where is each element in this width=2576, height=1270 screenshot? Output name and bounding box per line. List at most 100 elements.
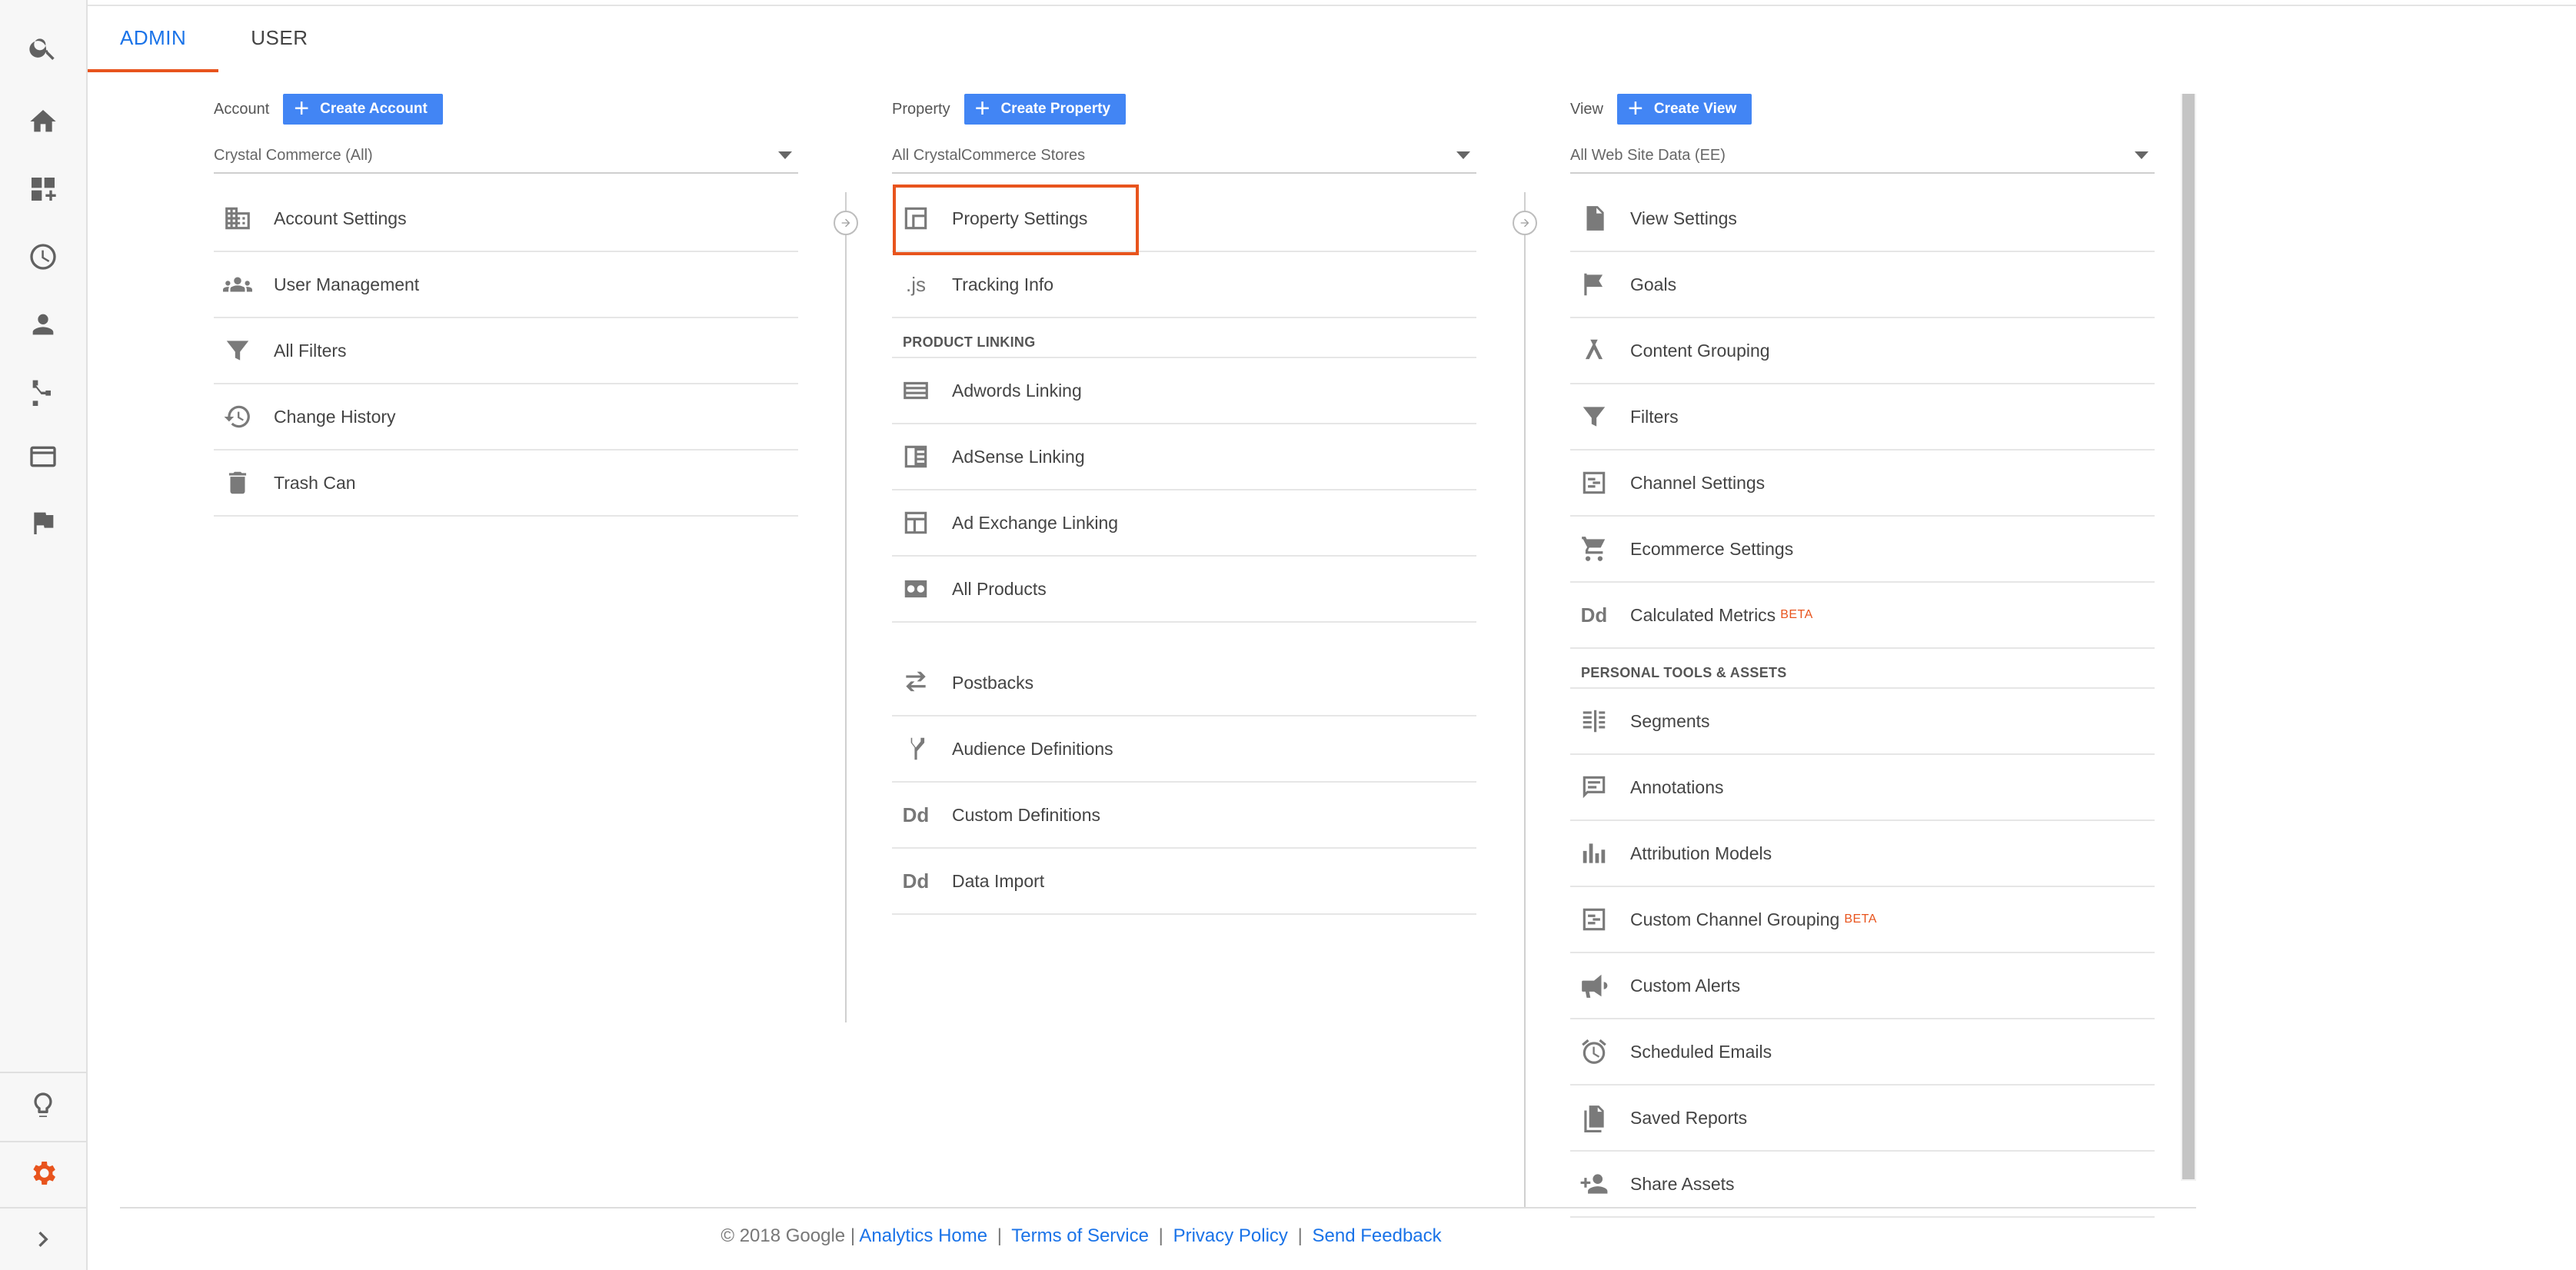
- menu-item-tracking-info[interactable]: .js Tracking Info: [892, 252, 1476, 318]
- property-header: Property + Create Property: [892, 94, 1476, 125]
- discover-icon[interactable]: [0, 1075, 86, 1136]
- scrollbar-thumb[interactable]: [2182, 94, 2195, 1179]
- menu-item-label: Filters: [1630, 406, 1679, 427]
- plus-icon: +: [294, 94, 310, 123]
- home-icon[interactable]: [0, 91, 86, 152]
- menu-item-label: Calculated Metrics: [1630, 604, 1776, 625]
- menu-item-label: User Management: [274, 274, 420, 294]
- adsense-icon: [892, 424, 940, 489]
- menu-item-change-history[interactable]: Change History: [214, 384, 798, 450]
- menu-item-ecommerce-settings[interactable]: Ecommerce Settings: [1570, 517, 2155, 583]
- menu-item-ad-exchange-linking[interactable]: Ad Exchange Linking: [892, 490, 1476, 557]
- menu-item-label: Adwords Linking: [952, 380, 1082, 401]
- create-account-label: Create Account: [320, 101, 428, 117]
- realtime-icon[interactable]: [0, 226, 86, 288]
- terms-of-service-link[interactable]: Terms of Service: [1011, 1225, 1149, 1246]
- section-personal-tools: PERSONAL TOOLS & ASSETS: [1570, 649, 2155, 689]
- menu-item-trash-can[interactable]: Trash Can: [214, 450, 798, 517]
- chevron-down-icon: [1456, 151, 1470, 159]
- conversions-icon[interactable]: [0, 492, 86, 554]
- menu-item-goals[interactable]: Goals: [1570, 252, 2155, 318]
- menu-item-attribution-models[interactable]: Attribution Models: [1570, 821, 2155, 887]
- menu-item-adwords-linking[interactable]: Adwords Linking: [892, 358, 1476, 424]
- create-view-button[interactable]: + Create View: [1617, 94, 1752, 125]
- menu-item-custom-definitions[interactable]: Dd Custom Definitions: [892, 783, 1476, 849]
- menu-item-segments[interactable]: Segments: [1570, 689, 2155, 755]
- history-icon: [214, 384, 261, 449]
- menu-item-label: Custom Alerts: [1630, 975, 1741, 996]
- audience-definitions-icon: [892, 716, 940, 781]
- menu-item-postbacks[interactable]: Postbacks: [892, 650, 1476, 716]
- menu-item-label: Account Settings: [274, 208, 407, 228]
- menu-item-label: Custom Definitions: [952, 804, 1101, 825]
- column-divider: [845, 192, 847, 1022]
- menu-item-label: Share Assets: [1630, 1173, 1735, 1194]
- menu-item-annotations[interactable]: Annotations: [1570, 755, 2155, 821]
- acquisition-icon[interactable]: [0, 360, 86, 421]
- users-icon: [214, 252, 261, 317]
- menu-item-calculated-metrics[interactable]: Dd Calculated Metrics BETA: [1570, 583, 2155, 649]
- create-account-button[interactable]: + Create Account: [283, 94, 443, 125]
- tab-user[interactable]: USER: [218, 6, 340, 72]
- view-selector[interactable]: All Web Site Data (EE): [1570, 138, 2155, 174]
- menu-item-all-products[interactable]: All Products: [892, 557, 1476, 623]
- menu-item-label: Trash Can: [274, 472, 356, 493]
- menu-item-scheduled-emails[interactable]: Scheduled Emails: [1570, 1019, 2155, 1085]
- privacy-policy-link[interactable]: Privacy Policy: [1173, 1225, 1288, 1246]
- beta-badge: BETA: [1844, 913, 1877, 926]
- menu-item-adsense-linking[interactable]: AdSense Linking: [892, 424, 1476, 490]
- copyright-text: © 2018 Google |: [721, 1225, 856, 1246]
- menu-item-label: AdSense Linking: [952, 446, 1085, 467]
- menu-item-custom-channel-grouping[interactable]: Custom Channel Grouping BETA: [1570, 887, 2155, 953]
- menu-item-all-filters[interactable]: All Filters: [214, 318, 798, 384]
- menu-item-audience-definitions[interactable]: Audience Definitions: [892, 716, 1476, 783]
- menu-item-user-management[interactable]: User Management: [214, 252, 798, 318]
- chevron-down-icon: [2135, 151, 2148, 159]
- adwords-icon: [892, 358, 940, 423]
- menu-item-filters[interactable]: Filters: [1570, 384, 2155, 450]
- footer-separator: |: [1297, 1225, 1303, 1246]
- menu-item-label: Scheduled Emails: [1630, 1041, 1772, 1062]
- menu-item-label: Data Import: [952, 870, 1045, 891]
- menu-item-saved-reports[interactable]: Saved Reports: [1570, 1085, 2155, 1152]
- property-label: Property: [892, 100, 950, 118]
- menu-item-channel-settings[interactable]: Channel Settings: [1570, 450, 2155, 517]
- footer: © 2018 Google | Analytics Home | Terms o…: [0, 1225, 2162, 1247]
- chevron-down-icon: [778, 151, 792, 159]
- search-icon[interactable]: [0, 17, 86, 78]
- dd-icon: Dd: [892, 783, 940, 847]
- analytics-home-link[interactable]: Analytics Home: [859, 1225, 987, 1246]
- menu-item-content-grouping[interactable]: Content Grouping: [1570, 318, 2155, 384]
- customization-icon[interactable]: [0, 158, 86, 220]
- left-nav-rail: [0, 0, 88, 1270]
- send-feedback-link[interactable]: Send Feedback: [1313, 1225, 1442, 1246]
- document-icon: [1570, 186, 1618, 251]
- menu-item-view-settings[interactable]: View Settings: [1570, 186, 2155, 252]
- account-selector[interactable]: Crystal Commerce (All): [214, 138, 798, 174]
- menu-item-label: Ad Exchange Linking: [952, 512, 1119, 533]
- menu-item-account-settings[interactable]: Account Settings: [214, 186, 798, 252]
- view-label: View: [1570, 100, 1603, 118]
- property-selector[interactable]: All CrystalCommerce Stores: [892, 138, 1476, 174]
- admin-gear-icon[interactable]: [0, 1142, 86, 1204]
- menu-item-label: All Filters: [274, 340, 347, 361]
- menu-item-property-settings[interactable]: Property Settings: [892, 186, 1476, 252]
- account-header: Account + Create Account: [214, 94, 798, 125]
- rail-divider: [0, 1072, 86, 1073]
- building-icon: [214, 186, 261, 251]
- behavior-icon[interactable]: [0, 426, 86, 487]
- audience-icon[interactable]: [0, 294, 86, 355]
- channel-grouping-icon: [1570, 887, 1618, 952]
- menu-item-custom-alerts[interactable]: Custom Alerts: [1570, 953, 2155, 1019]
- tab-admin[interactable]: ADMIN: [88, 6, 219, 72]
- menu-item-data-import[interactable]: Dd Data Import: [892, 849, 1476, 915]
- dd-icon-text: Dd: [1580, 603, 1608, 627]
- segments-icon: [1570, 689, 1618, 753]
- property-selected: All CrystalCommerce Stores: [892, 146, 1086, 164]
- create-property-button[interactable]: + Create Property: [964, 94, 1127, 125]
- plus-icon: +: [1628, 94, 1643, 123]
- trash-icon: [214, 450, 261, 515]
- menu-item-label: All Products: [952, 578, 1047, 599]
- ad-exchange-icon: [892, 490, 940, 555]
- filter-icon: [1570, 384, 1618, 449]
